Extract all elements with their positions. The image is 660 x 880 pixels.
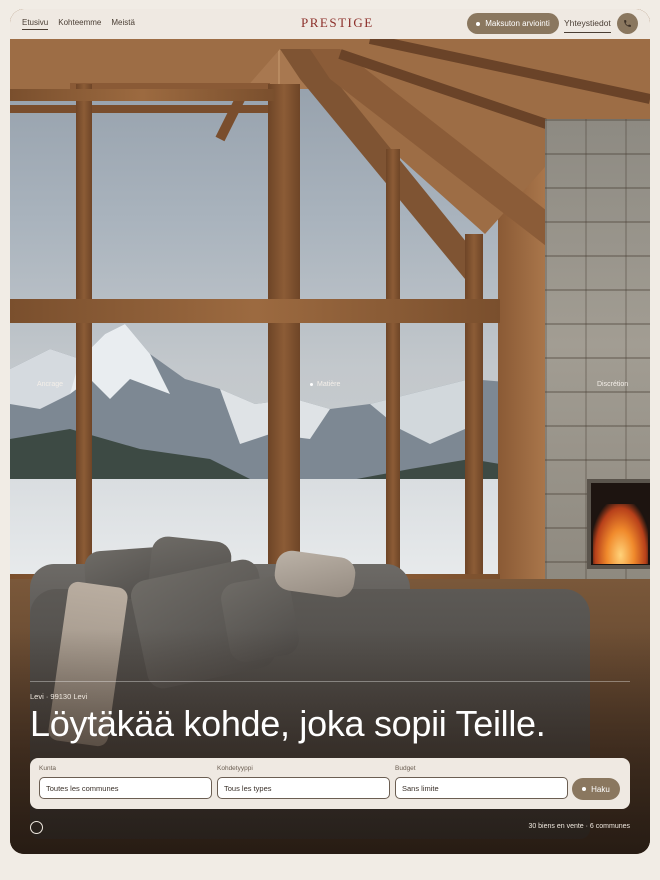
dot-icon <box>310 383 313 386</box>
label-material: Matière <box>310 381 340 388</box>
free-valuation-label: Maksuton arviointi <box>485 19 550 28</box>
search-button[interactable]: Haku <box>572 778 620 800</box>
phone-icon <box>624 20 631 27</box>
budget-field: Budget Sans limite <box>395 765 568 799</box>
municipality-select[interactable]: Toutes les communes <box>39 777 212 799</box>
dot-icon <box>582 787 587 791</box>
divider <box>30 681 630 682</box>
label-discretion-text: Discrétion <box>597 381 629 388</box>
municipality-field: Kunta Toutes les communes <box>39 765 212 799</box>
label-anchoring: Ancrage <box>37 381 63 388</box>
hero-frame: Etusivu Kohteemme Meistä PRESTIGE Maksut… <box>10 9 650 854</box>
free-valuation-button[interactable]: Maksuton arviointi <box>467 13 559 34</box>
label-discretion: Discrétion <box>597 381 628 388</box>
nav-links: Etusivu Kohteemme Meistä <box>22 18 135 30</box>
nav-link-home[interactable]: Etusivu <box>22 18 49 30</box>
contact-link[interactable]: Yhteystiedot <box>564 18 611 33</box>
label-anchoring-text: Ancrage <box>37 381 64 388</box>
budget-select[interactable]: Sans limite <box>395 777 568 799</box>
municipality-label: Kunta <box>39 765 56 772</box>
property-type-field: Kohdetyyppi Tous les types <box>217 765 390 799</box>
property-type-label: Kohdetyyppi <box>217 765 253 772</box>
dot-icon <box>476 21 481 26</box>
phone-button[interactable] <box>617 13 638 34</box>
nav-link-properties[interactable]: Kohteemme <box>58 18 101 30</box>
hero-headline: Löytäkää kohde, joka sopii Teille. <box>30 703 546 744</box>
label-material-text: Matière <box>317 381 341 388</box>
search-button-label: Haku <box>591 784 610 794</box>
location-text: Levi · 99130 Levi <box>30 692 88 701</box>
listing-stats: 30 biens en vente · 6 communes <box>528 823 630 830</box>
nav-link-about[interactable]: Meistä <box>111 18 135 30</box>
brand-logo[interactable]: PRESTIGE <box>301 15 374 31</box>
budget-label: Budget <box>395 765 416 772</box>
property-type-select[interactable]: Tous les types <box>217 777 390 799</box>
slider-control-button[interactable] <box>30 821 43 834</box>
top-navigation: Etusivu Kohteemme Meistä PRESTIGE Maksut… <box>10 9 650 39</box>
search-panel: Kunta Toutes les communes Kohdetyyppi To… <box>30 758 630 809</box>
